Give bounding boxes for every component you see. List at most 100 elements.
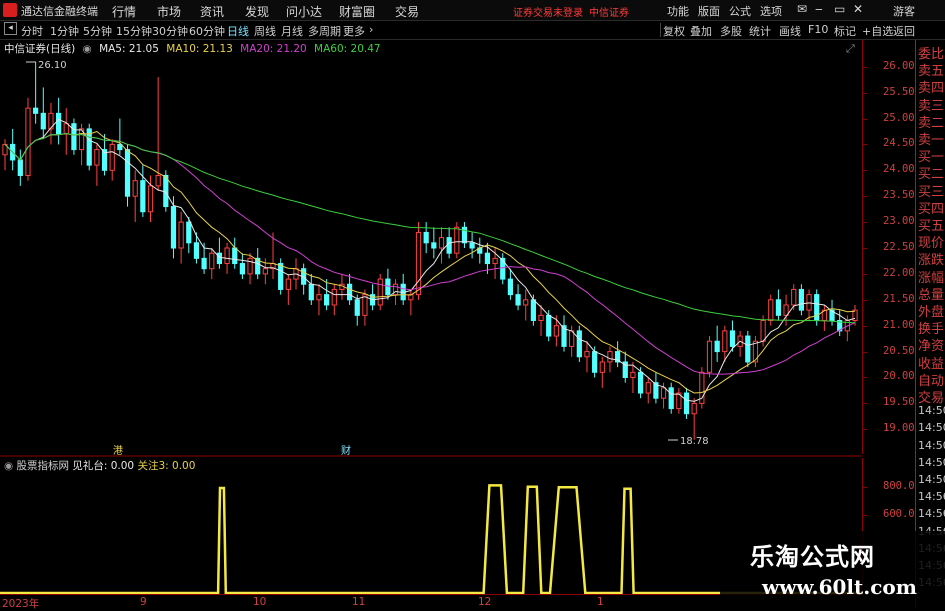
candle-body <box>691 402 697 415</box>
price-tick: 25.00 <box>883 111 915 124</box>
close-window-icon[interactable]: ✕ <box>853 2 863 16</box>
candle-body <box>722 330 728 353</box>
candle-body <box>170 206 177 249</box>
quote-row: 14:50 <box>918 455 945 469</box>
date-label-sep: 9 <box>140 596 147 608</box>
price-axis: 26.00 25.50 25.00 24.50 24.00 23.50 23.00 22.50… <box>862 40 915 454</box>
date-label-jan: 1 <box>597 596 604 608</box>
minimize-window-icon[interactable]: ‒ <box>815 2 823 16</box>
login-status[interactable]: 证券交易未登录 <box>513 4 583 19</box>
tool-statistics[interactable]: 统计 <box>749 23 771 39</box>
ma20-line <box>4 132 856 375</box>
candle-body <box>446 237 452 254</box>
period-tab-weekly[interactable]: 周线 <box>254 23 276 39</box>
tool-multi-stock[interactable]: 多股 <box>720 23 742 39</box>
menu-item-layout[interactable]: 版面 <box>698 3 720 19</box>
candle-body <box>109 143 115 171</box>
restore-window-icon[interactable]: ▭ <box>834 2 845 16</box>
watermark-title: 乐淘公式网 <box>750 542 875 571</box>
price-tick-mark <box>863 222 867 224</box>
menu-item-ask[interactable]: 问小达 <box>286 3 322 20</box>
candle-body <box>546 314 552 337</box>
price-tick: 20.50 <box>883 344 915 357</box>
menu-item-discover[interactable]: 发现 <box>245 3 269 20</box>
tool-draw-line[interactable]: 画线 <box>779 23 801 39</box>
price-tick-mark <box>863 273 867 275</box>
menu-item-market[interactable]: 市场 <box>157 3 181 20</box>
indicator-name[interactable]: 股票指标网 <box>17 460 70 472</box>
quote-row: 交易 <box>918 391 945 406</box>
menu-item-formula[interactable]: 公式 <box>729 3 751 19</box>
candle-body <box>346 283 353 301</box>
menu-item-trade[interactable]: 交易 <box>395 3 419 20</box>
tool-f10[interactable]: F10 <box>808 23 828 36</box>
period-toolbar: ◂ 分时 1分钟 5分钟 15分钟 30分钟 60分钟 日线 周线 月线 多周期… <box>0 21 945 40</box>
low-price-marker: 18.78 <box>680 436 709 447</box>
period-tab-monthly[interactable]: 月线 <box>281 23 303 39</box>
candle-body <box>791 288 797 306</box>
quote-row: 14:50 <box>918 404 945 418</box>
event-marker-finance[interactable]: 财 <box>341 444 351 457</box>
quote-row: 14:56 <box>918 490 945 504</box>
menu-item-function[interactable]: 功能 <box>667 3 689 19</box>
tool-add-watchlist[interactable]: +自选 <box>862 23 893 39</box>
period-tab-multi[interactable]: 多周期 <box>308 23 341 39</box>
menu-item-market-quotes[interactable]: 行情 <box>112 3 136 20</box>
quote-row: 卖五 <box>918 64 945 80</box>
period-tab-more[interactable]: 更多 <box>343 23 365 39</box>
tool-restore-rights[interactable]: 复权 <box>663 23 685 39</box>
guest-label[interactable]: 游客 <box>893 3 915 19</box>
candle-body <box>278 263 284 290</box>
indicator-tick-600: 600.0 <box>883 508 915 520</box>
period-tab-timeshare[interactable]: 分时 <box>21 23 43 39</box>
quote-row: 买一 <box>918 150 945 166</box>
period-tab-5min[interactable]: 5分钟 <box>83 23 112 39</box>
candle-body <box>132 180 138 197</box>
email-icon[interactable]: ✉ <box>797 2 807 16</box>
candle-body <box>507 278 514 296</box>
menu-item-news[interactable]: 资讯 <box>200 3 224 20</box>
candle-body <box>523 299 529 306</box>
quote-row: 卖二 <box>918 115 945 131</box>
period-tab-daily[interactable]: 日线 <box>227 23 249 39</box>
tool-return[interactable]: 返回 <box>893 23 915 39</box>
candle-body <box>645 382 651 394</box>
period-tab-60min[interactable]: 60分钟 <box>189 23 225 39</box>
menu-item-options[interactable]: 选项 <box>760 3 782 19</box>
quote-row: 卖四 <box>918 81 945 97</box>
price-tick-mark <box>863 377 867 379</box>
price-tick: 21.00 <box>883 318 915 331</box>
candle-body <box>17 159 23 176</box>
candle-body <box>147 185 154 213</box>
candle-body <box>515 294 521 306</box>
candle-body <box>806 294 812 311</box>
candle-body <box>285 278 291 290</box>
toolbar-back-icon[interactable]: ◂ <box>4 22 17 35</box>
menu-item-wealth[interactable]: 财富圈 <box>339 3 375 20</box>
candle-body <box>262 268 268 275</box>
candle-body <box>576 330 582 358</box>
watermark-url: www.60lt.com <box>762 575 917 599</box>
candle-body <box>247 257 253 275</box>
broker-name[interactable]: 中信证券 <box>589 4 629 19</box>
candle-body <box>484 252 491 265</box>
chevron-right-icon[interactable]: › <box>369 23 373 36</box>
candle-body <box>729 330 736 347</box>
tool-mark[interactable]: 标记 <box>834 23 856 39</box>
price-tick: 24.00 <box>883 163 915 176</box>
period-tab-1min[interactable]: 1分钟 <box>50 23 79 39</box>
price-tick-mark <box>863 66 867 68</box>
event-marker-hk[interactable]: 港 <box>113 445 123 457</box>
price-tick-mark <box>863 196 867 198</box>
quote-row: 14:50 <box>918 473 945 486</box>
price-tick: 20.00 <box>883 370 915 383</box>
price-tick: 22.50 <box>883 241 915 253</box>
indicator-settings-icon[interactable]: ◉ <box>4 460 13 472</box>
candle-body <box>193 242 200 259</box>
tool-overlay[interactable]: 叠加 <box>690 23 712 39</box>
period-tab-15min[interactable]: 15分钟 <box>116 23 152 39</box>
candle-body <box>140 180 146 213</box>
period-tab-30min[interactable]: 30分钟 <box>152 23 188 39</box>
quote-row: 涨跌 <box>918 253 945 269</box>
candle-body <box>354 299 360 316</box>
